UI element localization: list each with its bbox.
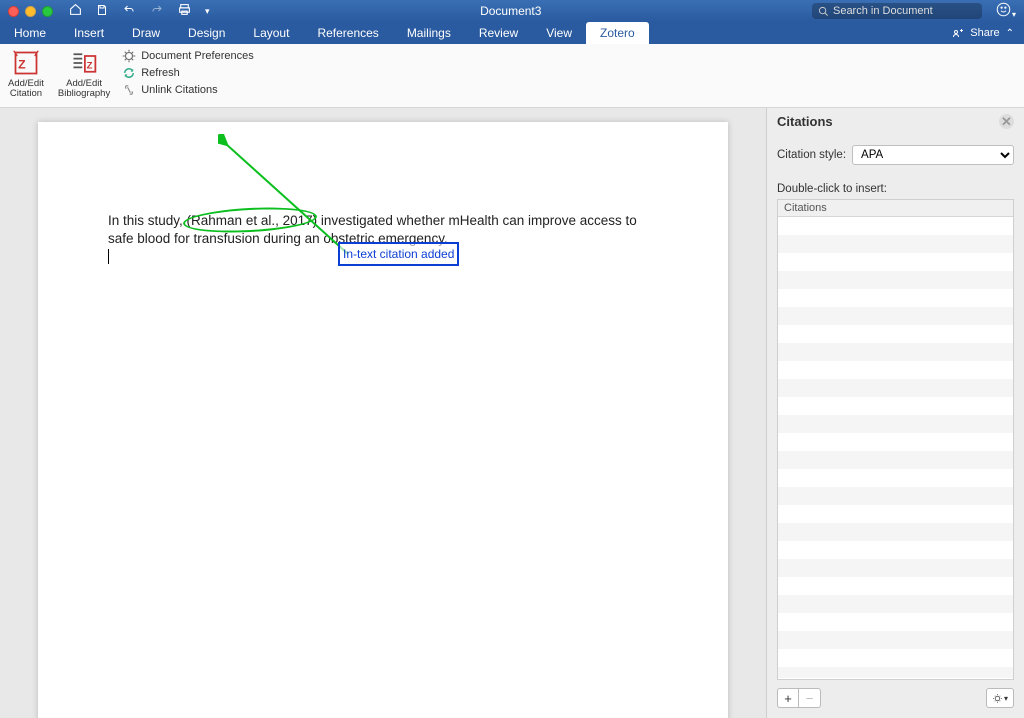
- citations-list[interactable]: Citations: [777, 199, 1014, 680]
- add-edit-bibliography-button[interactable]: Z Add/Edit Bibliography: [56, 47, 112, 102]
- citations-settings-button[interactable]: ▾: [986, 688, 1014, 708]
- insert-hint-label: Double-click to insert:: [767, 169, 1024, 197]
- chevron-down-icon: ▾: [1004, 694, 1008, 703]
- workspace: In this study, (Rahman et al., 2017) inv…: [0, 108, 1024, 718]
- document-area[interactable]: In this study, (Rahman et al., 2017) inv…: [0, 108, 766, 718]
- minimize-window-button[interactable]: [25, 6, 36, 17]
- tab-home[interactable]: Home: [0, 22, 60, 44]
- add-edit-citation-button[interactable]: Z Add/Edit Citation: [6, 47, 46, 102]
- close-panel-button[interactable]: ✕: [999, 114, 1014, 129]
- quick-access-toolbar: ▾: [69, 3, 210, 19]
- panel-title: Citations: [777, 114, 833, 129]
- annotation-label: In-text citation added: [338, 242, 459, 266]
- tab-view[interactable]: View: [532, 22, 586, 44]
- print-icon[interactable]: [178, 3, 191, 19]
- document-preferences-button[interactable]: Document Preferences: [122, 49, 254, 63]
- feedback-icon[interactable]: ▾: [996, 2, 1016, 20]
- citations-list-body[interactable]: [778, 217, 1013, 678]
- search-input[interactable]: Search in Document: [812, 3, 982, 19]
- bibliography-icon: Z: [70, 49, 98, 77]
- citation-style-select[interactable]: APA: [852, 145, 1014, 165]
- customize-qat-icon[interactable]: ▾: [205, 6, 210, 17]
- gear-icon: [122, 49, 136, 63]
- citation-style-label: Citation style:: [777, 149, 846, 161]
- text-cursor: [108, 249, 109, 264]
- tab-review[interactable]: Review: [465, 22, 532, 44]
- refresh-icon: [122, 66, 136, 80]
- titlebar: ▾ Document3 Search in Document ▾: [0, 0, 1024, 22]
- unlink-citations-button[interactable]: Unlink Citations: [122, 83, 254, 97]
- ribbon-zotero: Z Add/Edit Citation Z Add/Edit Bibliogra…: [0, 44, 1024, 108]
- redo-icon[interactable]: [150, 4, 164, 19]
- page[interactable]: In this study, (Rahman et al., 2017) inv…: [38, 122, 728, 718]
- save-icon[interactable]: [96, 4, 108, 19]
- undo-icon[interactable]: [122, 4, 136, 19]
- citations-list-header: Citations: [778, 200, 1013, 217]
- refresh-button[interactable]: Refresh: [122, 66, 254, 80]
- window-controls: [8, 6, 53, 17]
- tab-layout[interactable]: Layout: [239, 22, 303, 44]
- home-icon[interactable]: [69, 3, 82, 19]
- tab-insert[interactable]: Insert: [60, 22, 118, 44]
- search-placeholder: Search in Document: [833, 5, 933, 17]
- share-icon: [952, 27, 964, 39]
- close-window-button[interactable]: [8, 6, 19, 17]
- search-icon: [818, 6, 829, 17]
- maximize-window-button[interactable]: [42, 6, 53, 17]
- citations-panel: Citations ✕ Citation style: APA Double-c…: [766, 108, 1024, 718]
- collapse-ribbon-icon[interactable]: ⌃: [1006, 28, 1014, 39]
- tab-draw[interactable]: Draw: [118, 22, 174, 44]
- tab-design[interactable]: Design: [174, 22, 239, 44]
- tab-mailings[interactable]: Mailings: [393, 22, 465, 44]
- citation-icon: Z: [12, 49, 40, 77]
- tab-references[interactable]: References: [303, 22, 392, 44]
- unlink-icon: [122, 83, 136, 97]
- remove-citation-button[interactable]: −: [799, 688, 821, 708]
- add-citation-button[interactable]: +: [777, 688, 799, 708]
- document-title: Document3: [216, 4, 806, 18]
- inline-citation[interactable]: (Rahman et al., 2017): [187, 212, 318, 230]
- svg-text:Z: Z: [18, 57, 26, 71]
- ribbon-tabs: Home Insert Draw Design Layout Reference…: [0, 22, 1024, 44]
- gear-icon: [992, 693, 1003, 704]
- svg-text:Z: Z: [87, 60, 93, 71]
- tab-zotero[interactable]: Zotero: [586, 22, 649, 44]
- share-button[interactable]: Share ⌃: [952, 27, 1024, 39]
